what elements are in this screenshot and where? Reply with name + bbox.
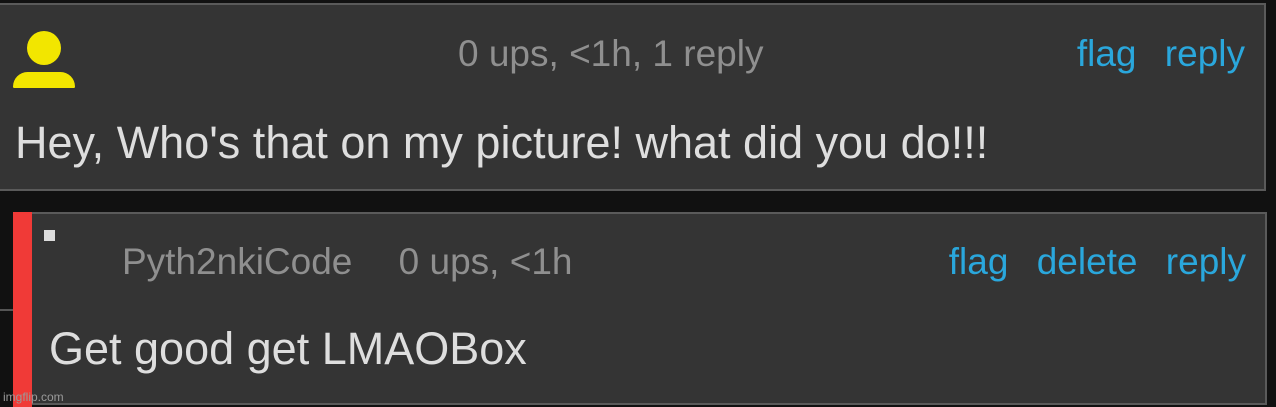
delete-link[interactable]: delete xyxy=(1037,241,1138,282)
reply-stats: 0 ups, <1h xyxy=(398,241,573,282)
reply-username-link[interactable]: Pyth2nkiCode xyxy=(122,241,352,282)
reply-actions: flag delete reply xyxy=(949,239,1246,285)
comment-meta: 0 ups, <1h, 1 reply xyxy=(458,33,764,74)
flag-link[interactable]: flag xyxy=(1077,33,1137,74)
comment-actions: flag reply xyxy=(1077,31,1245,77)
watermark: imgflip.com xyxy=(3,390,64,404)
avatar-head xyxy=(27,31,61,65)
reply-link[interactable]: reply xyxy=(1166,241,1246,282)
flag-link[interactable]: flag xyxy=(949,241,1009,282)
reply-link[interactable]: reply xyxy=(1165,33,1245,74)
avatar-body xyxy=(13,72,75,88)
reply-accent-bar xyxy=(13,212,32,407)
reply-text: Get good get LMAOBox xyxy=(49,323,527,374)
reply-meta: Pyth2nkiCode 0 ups, <1h xyxy=(122,239,573,285)
comments-page: 0 ups, <1h, 1 reply flag reply Hey, Who'… xyxy=(0,0,1276,407)
user-avatar-icon[interactable] xyxy=(13,31,75,88)
comment: 0 ups, <1h, 1 reply flag reply Hey, Who'… xyxy=(0,3,1266,191)
reply-comment: Pyth2nkiCode 0 ups, <1h flag delete repl… xyxy=(32,212,1267,405)
reply-avatar-icon[interactable] xyxy=(44,230,55,241)
thread-divider xyxy=(0,309,14,311)
comment-text: Hey, Who's that on my picture! what did … xyxy=(15,117,989,168)
